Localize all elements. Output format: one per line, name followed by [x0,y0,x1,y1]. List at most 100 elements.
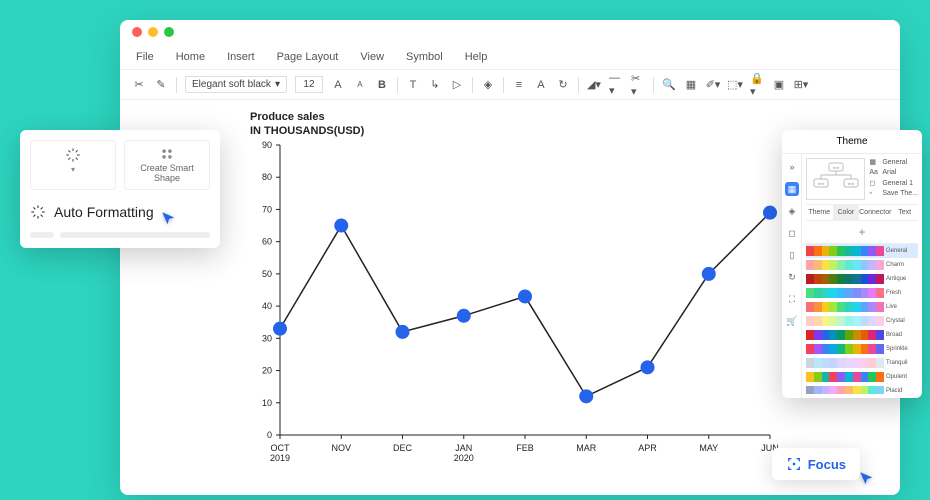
shapes-icon[interactable]: ◻ [785,226,799,240]
cursor-icon [858,470,876,488]
svg-text:MAR: MAR [576,443,597,453]
theme-option[interactable]: ◻General 1 [869,179,918,187]
chart-title: Produce sales IN THOUSANDS(USD) [250,110,790,139]
theme-grid-icon[interactable]: ▦ [785,182,799,196]
svg-text:60: 60 [262,237,272,247]
svg-text:20: 20 [262,366,272,376]
bold-icon[interactable]: B [375,78,389,92]
table-icon[interactable]: ▦ [684,78,698,92]
palette-row[interactable]: Broad [806,328,918,342]
svg-text:FEB: FEB [516,443,534,453]
svg-text:10: 10 [262,398,272,408]
line-icon[interactable]: —▾ [609,78,623,92]
minimize-dot[interactable] [148,27,158,37]
pen-icon[interactable]: ✐▾ [706,78,720,92]
palette-row[interactable]: Opulent [806,370,918,384]
align-icon[interactable]: ≡ [512,78,526,92]
theme-tab-text[interactable]: Text [891,205,918,220]
focus-button[interactable]: Focus [772,448,860,480]
connector-icon[interactable]: ↳ [428,78,442,92]
auto-formatting-button[interactable]: Auto Formatting [30,200,210,224]
svg-text:APR: APR [638,443,657,453]
theme-option[interactable]: ▦General [869,158,918,166]
menu-file[interactable]: File [136,51,154,63]
theme-preview[interactable]: texttexttext [806,158,865,200]
palette-row[interactable]: Charm [806,258,918,272]
palette-row[interactable]: Tranquil [806,356,918,370]
svg-text:text: text [817,181,824,186]
history-icon[interactable]: ↻ [785,270,799,284]
more-icon[interactable]: ⊞▾ [794,78,808,92]
search-icon[interactable]: 🔍 [662,78,676,92]
lock-icon[interactable]: 🔒▾ [750,78,764,92]
font-increase-icon[interactable]: A [331,78,345,92]
text-tool-icon[interactable]: T [406,78,420,92]
svg-text:0: 0 [267,430,272,440]
cart-icon[interactable]: 🛒 [785,314,799,328]
theme-panel: Theme » ▦ ◈ ◻ ▯ ↻ ⛶ 🛒 texttexttext ▦Gene… [782,130,922,398]
svg-text:2019: 2019 [270,453,290,463]
palette-row[interactable]: Placid [806,384,918,394]
maximize-dot[interactable] [164,27,174,37]
cut-icon[interactable]: ✂ [132,78,146,92]
create-smart-shape-button[interactable]: Create Smart Shape [124,140,210,190]
font-selector[interactable]: Elegant soft black▾ [185,76,287,93]
expand-icon[interactable]: ⛶ [785,292,799,306]
font-color-icon[interactable]: A [534,78,548,92]
svg-text:JAN: JAN [455,443,472,453]
svg-text:NOV: NOV [331,443,351,453]
paint-icon[interactable]: ✎ [154,78,168,92]
size-selector[interactable]: 12 [295,76,323,93]
rotate-icon[interactable]: ↻ [556,78,570,92]
svg-text:DEC: DEC [393,443,413,453]
sparkle-button[interactable]: ▾ [30,140,116,190]
add-palette-button[interactable]: + [806,221,918,244]
auto-format-popup: ▾ Create Smart Shape Auto Formatting [20,130,220,248]
svg-text:MAY: MAY [699,443,718,453]
layer-icon[interactable]: ◈ [481,78,495,92]
menu-view[interactable]: View [360,51,384,63]
theme-option[interactable]: ▫Save The... [869,190,918,197]
page-icon[interactable]: ▯ [785,248,799,262]
svg-text:90: 90 [262,140,272,150]
collapse-icon[interactable]: » [785,160,799,174]
focus-icon [786,456,802,472]
titlebar [120,20,900,44]
svg-text:50: 50 [262,269,272,279]
theme-tab-theme[interactable]: Theme [806,205,833,220]
toolbar: ✂ ✎ Elegant soft black▾ 12 A A B T ↳ ▷ ◈… [120,70,900,100]
theme-option[interactable]: AaArial [869,169,918,176]
palette-row[interactable]: Live [806,300,918,314]
svg-text:OCT: OCT [271,443,291,453]
menu-page-layout[interactable]: Page Layout [277,51,339,63]
svg-text:2020: 2020 [454,453,474,463]
group-icon[interactable]: ▣ [772,78,786,92]
menu-symbol[interactable]: Symbol [406,51,443,63]
palette-row[interactable]: Antique [806,272,918,286]
svg-text:30: 30 [262,333,272,343]
theme-tab-color[interactable]: Color [833,205,860,220]
cursor-icon [160,210,178,228]
svg-text:80: 80 [262,172,272,182]
close-dot[interactable] [132,27,142,37]
eraser-icon[interactable]: ⬚▾ [728,78,742,92]
menubar: File Home Insert Page Layout View Symbol Help [120,44,900,70]
menu-help[interactable]: Help [465,51,488,63]
crop-icon[interactable]: ✂▾ [631,78,645,92]
menu-home[interactable]: Home [176,51,205,63]
palette-row[interactable]: General [806,244,918,258]
layers-icon[interactable]: ◈ [785,204,799,218]
palette-row[interactable]: Fresh [806,286,918,300]
menu-insert[interactable]: Insert [227,51,255,63]
svg-text:40: 40 [262,301,272,311]
fill-icon[interactable]: ◢▾ [587,78,601,92]
pointer-icon[interactable]: ▷ [450,78,464,92]
svg-text:text: text [832,165,839,170]
palette-row[interactable]: Crystal [806,314,918,328]
palette-row[interactable]: Sprinkle [806,342,918,356]
chart: Produce sales IN THOUSANDS(USD) 0 10 20 30 4… [250,110,790,480]
font-decrease-icon[interactable]: A [353,78,367,92]
theme-tab-connector[interactable]: Connector [859,205,891,220]
theme-title: Theme [782,130,922,154]
slider[interactable] [30,232,210,238]
